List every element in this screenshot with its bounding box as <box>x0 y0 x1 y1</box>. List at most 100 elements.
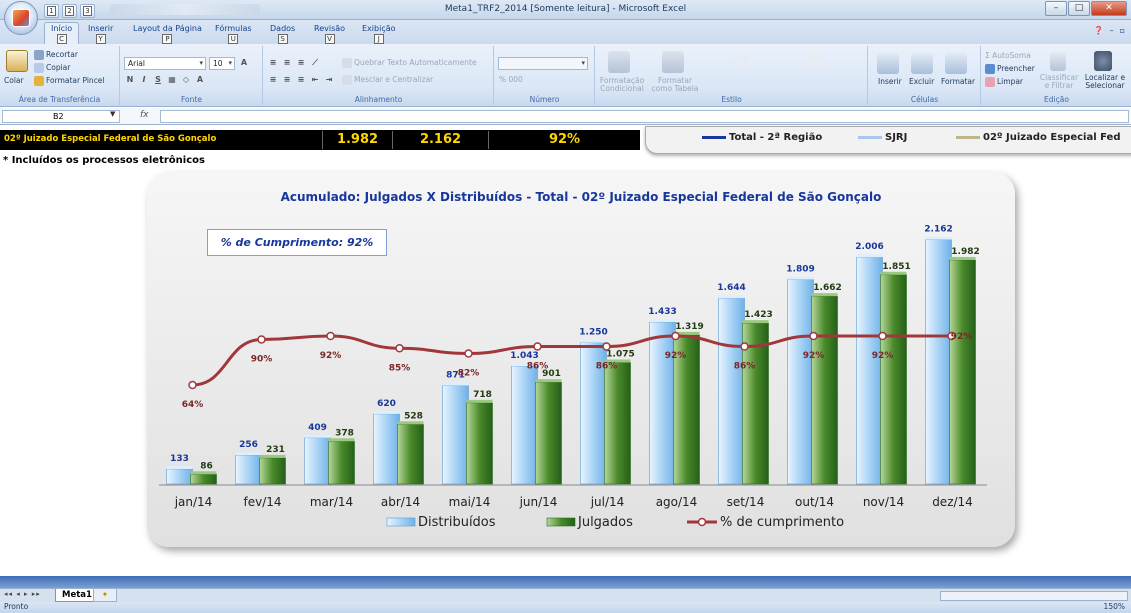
group-label: Células <box>910 95 939 104</box>
chart-panel[interactable]: Acumulado: Julgados X Distribuídos - Tot… <box>147 172 1015 547</box>
align-top-icon[interactable]: ≡ <box>267 57 279 69</box>
merge-center-button[interactable]: Mesclar e Centralizar <box>342 75 433 85</box>
find-select-button[interactable]: Localizar e Selecionar <box>1081 74 1129 90</box>
name-box[interactable]: B2 <box>2 110 120 123</box>
underline-icon[interactable]: S <box>152 74 164 86</box>
delete-cells-icon[interactable] <box>911 52 933 74</box>
legend-label: SJRJ <box>885 132 908 143</box>
format-cells-icon[interactable] <box>945 52 967 74</box>
bold-icon[interactable]: N <box>124 74 136 86</box>
conditional-format-icon[interactable] <box>608 51 630 73</box>
group-label: Edição <box>1044 95 1069 104</box>
insert-cells-icon[interactable] <box>877 52 899 74</box>
minimize-button[interactable]: – <box>1045 1 1067 16</box>
x-tick-label: nov/14 <box>863 495 904 509</box>
keytip: Y <box>95 34 106 44</box>
bar-distribuidos-top <box>856 254 883 258</box>
decrease-indent-icon[interactable]: ⇤ <box>309 74 321 86</box>
label-distribuidos: 256 <box>239 440 258 450</box>
number-format-select[interactable] <box>498 57 588 70</box>
font-name-select[interactable]: Arial <box>124 57 206 70</box>
cumprimento-label: 82% <box>458 369 480 379</box>
function-icon[interactable]: fx <box>140 110 149 120</box>
align-middle-icon[interactable]: ≡ <box>281 57 293 69</box>
footnote: * Incluídos os processos eletrônicos <box>3 155 205 166</box>
tab-inserir[interactable]: Inserir Y <box>88 24 113 44</box>
paste-button[interactable]: Colar <box>4 76 24 85</box>
label-julgados: 231 <box>266 445 285 455</box>
grow-font-icon[interactable]: A <box>238 57 250 69</box>
tab-layout[interactable]: Layout da Página P <box>133 24 202 44</box>
autosum-button[interactable]: Σ AutoSoma <box>985 51 1031 60</box>
keytip: S <box>277 34 288 44</box>
sort-filter-button[interactable]: Classificar e Filtrar <box>1038 74 1080 90</box>
label-julgados: 718 <box>473 390 492 400</box>
x-tick-label: dez/14 <box>932 495 973 509</box>
delete-cells-button[interactable]: Excluir <box>909 77 934 86</box>
paste-icon[interactable] <box>6 50 28 72</box>
help-icon[interactable]: ❓ <box>1094 26 1104 35</box>
ribbon-minimize-icon[interactable]: – <box>1110 26 1114 35</box>
zoom-level[interactable]: 150% <box>1104 602 1125 611</box>
sort-filter-icon[interactable] <box>1050 51 1066 71</box>
insert-sheet-icon[interactable]: ✦ <box>93 589 117 602</box>
tab-dados[interactable]: Dados S <box>270 24 295 44</box>
format-table-button[interactable]: Formatar como Tabela <box>650 77 700 93</box>
x-tick-label: mai/14 <box>449 495 491 509</box>
clear-button[interactable]: Limpar <box>985 77 1023 87</box>
keytip: V <box>324 34 335 44</box>
bar-julgados <box>259 457 286 485</box>
cumprimento-label: 92% <box>665 351 687 361</box>
cumprimento-point <box>326 331 335 341</box>
legend-distribuidos-swatch <box>386 517 416 527</box>
label-julgados: 1.075 <box>606 349 634 359</box>
copy-button[interactable]: Copiar <box>34 63 70 73</box>
binoculars-icon[interactable] <box>1094 51 1112 71</box>
worksheet[interactable]: 02º Juizado Especial Federal de São Gonç… <box>0 126 1131 576</box>
orientation-icon[interactable]: ⟋ <box>309 57 321 69</box>
format-table-icon[interactable] <box>662 51 684 73</box>
autosum-label: AutoSoma <box>992 51 1031 60</box>
insert-cells-button[interactable]: Inserir <box>878 77 902 86</box>
merge-icon <box>342 75 352 85</box>
wrap-text-button[interactable]: Quebrar Texto Automaticamente <box>342 58 477 68</box>
align-left-icon[interactable]: ≡ <box>267 74 279 86</box>
increase-indent-icon[interactable]: ⇥ <box>323 74 335 86</box>
label-distribuidos: 409 <box>308 423 327 433</box>
number-format-buttons[interactable]: % 000 <box>499 75 523 84</box>
align-center-icon[interactable]: ≡ <box>281 74 293 86</box>
bar-julgados-top <box>880 271 907 275</box>
title-bar: 1 2 3 Meta1_TRF2_2014 [Somente leitura] … <box>0 0 1131 35</box>
font-size-select[interactable]: 10 <box>209 57 235 70</box>
ribbon-restore-icon[interactable]: ▫ <box>1120 26 1125 35</box>
label-distribuidos: 2.006 <box>855 242 883 252</box>
x-tick-label: mar/14 <box>310 495 353 509</box>
format-painter-button[interactable]: Formatar Pincel <box>34 76 105 86</box>
tab-inicio[interactable]: Início C <box>44 22 80 44</box>
bar-distribuidos <box>718 297 745 485</box>
conditional-format-button[interactable]: Formatação Condicional <box>598 77 646 93</box>
office-button[interactable] <box>4 1 38 35</box>
fill-color-icon[interactable]: ◇ <box>180 74 192 86</box>
borders-icon[interactable]: ▦ <box>166 74 178 86</box>
tab-revisao[interactable]: Revisão V <box>314 24 345 44</box>
bar-distribuidos <box>511 365 538 485</box>
formula-input[interactable] <box>160 110 1129 123</box>
maximize-button[interactable]: □ <box>1068 1 1090 16</box>
horizontal-scrollbar[interactable] <box>940 591 1128 601</box>
close-button[interactable]: ✕ <box>1091 1 1127 16</box>
legend-sjrj: SJRJ <box>858 132 907 143</box>
align-bottom-icon[interactable]: ≡ <box>295 57 307 69</box>
align-right-icon[interactable]: ≡ <box>295 74 307 86</box>
font-color-icon[interactable]: A <box>194 74 206 86</box>
cut-button[interactable]: Recortar <box>34 50 78 60</box>
cumprimento-label: 90% <box>251 355 273 365</box>
sheet-nav-icon[interactable]: ◂◂ ◂ ▸ ▸▸ <box>4 590 41 598</box>
chevron-down-icon[interactable]: ▼ <box>110 110 115 118</box>
tab-exibicao[interactable]: Exibição J <box>362 24 396 44</box>
format-cells-button[interactable]: Formatar <box>941 77 975 86</box>
fill-button[interactable]: Preencher <box>985 64 1035 74</box>
tab-formulas[interactable]: Fórmulas U <box>215 24 252 44</box>
label-distribuidos: 620 <box>377 399 396 409</box>
italic-icon[interactable]: I <box>138 74 150 86</box>
